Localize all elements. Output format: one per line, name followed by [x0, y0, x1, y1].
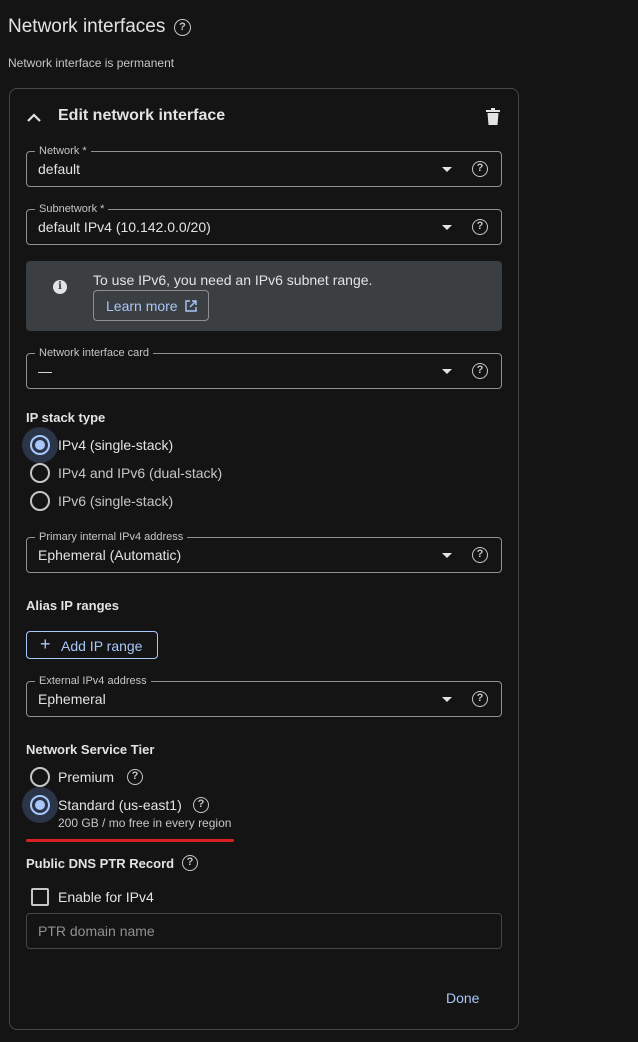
help-icon[interactable]: ?: [472, 161, 488, 177]
network-select[interactable]: Network * default ?: [26, 144, 502, 187]
network-interface-card-select[interactable]: Network interface card — ?: [26, 346, 502, 389]
radio-label-premium: Premium: [58, 769, 115, 785]
ptr-domain-input[interactable]: [26, 913, 502, 949]
add-ip-range-button[interactable]: + Add IP range: [26, 631, 158, 659]
dropdown-arrow-icon[interactable]: [442, 167, 452, 172]
help-icon[interactable]: ?: [127, 769, 143, 785]
radio-standard[interactable]: [30, 795, 50, 815]
page-title: Network interfaces: [8, 16, 166, 37]
standard-tier-note: 200 GB / mo free in every region: [58, 816, 232, 830]
ip-stack-type-title: IP stack type: [26, 410, 106, 425]
delete-icon[interactable]: [486, 108, 500, 125]
help-icon[interactable]: ?: [472, 691, 488, 707]
external-link-icon: [185, 300, 197, 312]
network-value: default: [38, 161, 81, 177]
radio-label-ipv4-single: IPv4 (single-stack): [58, 437, 174, 453]
info-icon: i: [53, 280, 67, 294]
primary-ip-value: Ephemeral (Automatic): [38, 547, 182, 563]
subnetwork-label: Subnetwork *: [35, 202, 109, 216]
external-ip-label: External IPv4 address: [35, 674, 151, 688]
public-dns-ptr-title: Public DNS PTR Record: [26, 856, 175, 871]
page-subtitle: Network interface is permanent: [8, 56, 175, 70]
highlight-underline: [26, 839, 234, 842]
primary-ip-label: Primary internal IPv4 address: [35, 530, 188, 544]
card-title: Edit network interface: [58, 107, 226, 124]
alias-ip-ranges-title: Alias IP ranges: [26, 598, 119, 613]
network-label: Network *: [35, 144, 91, 158]
chevron-up-icon[interactable]: [27, 111, 41, 125]
dropdown-arrow-icon[interactable]: [442, 553, 452, 558]
network-service-tier-title: Network Service Tier: [26, 742, 155, 757]
subnetwork-value: default IPv4 (10.142.0.0/20): [38, 219, 211, 235]
radio-premium[interactable]: [30, 767, 50, 787]
radio-ipv4-ipv6-dual[interactable]: [30, 463, 50, 483]
enable-ipv4-label: Enable for IPv4: [58, 889, 154, 905]
done-button[interactable]: Done: [436, 988, 489, 1008]
external-ip-select[interactable]: External IPv4 address Ephemeral ?: [26, 674, 502, 717]
radio-label-standard: Standard (us-east1): [58, 797, 182, 813]
radio-ipv6-single[interactable]: [30, 491, 50, 511]
plus-icon: +: [40, 634, 51, 654]
dropdown-arrow-icon[interactable]: [442, 697, 452, 702]
primary-internal-ip-select[interactable]: Primary internal IPv4 address Ephemeral …: [26, 530, 502, 573]
help-icon[interactable]: ?: [472, 547, 488, 563]
radio-label-dual-stack: IPv4 and IPv6 (dual-stack): [58, 465, 223, 481]
learn-more-label: Learn more: [106, 298, 178, 314]
nic-label: Network interface card: [35, 346, 154, 360]
radio-ipv4-single[interactable]: [30, 435, 50, 455]
learn-more-button[interactable]: Learn more: [93, 290, 209, 321]
help-icon[interactable]: ?: [472, 363, 488, 379]
help-icon[interactable]: ?: [193, 797, 209, 813]
help-icon[interactable]: ?: [472, 219, 488, 235]
enable-ipv4-checkbox[interactable]: [31, 888, 49, 906]
help-icon[interactable]: ?: [174, 19, 191, 36]
subnetwork-select[interactable]: Subnetwork * default IPv4 (10.142.0.0/20…: [26, 202, 502, 245]
info-text: To use IPv6, you need an IPv6 subnet ran…: [93, 272, 373, 288]
add-ip-range-label: Add IP range: [61, 638, 143, 654]
external-ip-value: Ephemeral: [38, 691, 106, 707]
nic-value: —: [38, 363, 52, 379]
radio-label-ipv6-single: IPv6 (single-stack): [58, 493, 174, 509]
dropdown-arrow-icon[interactable]: [442, 369, 452, 374]
help-icon[interactable]: ?: [182, 855, 198, 871]
ipv6-info-box: i To use IPv6, you need an IPv6 subnet r…: [26, 261, 502, 331]
dropdown-arrow-icon[interactable]: [442, 225, 452, 230]
